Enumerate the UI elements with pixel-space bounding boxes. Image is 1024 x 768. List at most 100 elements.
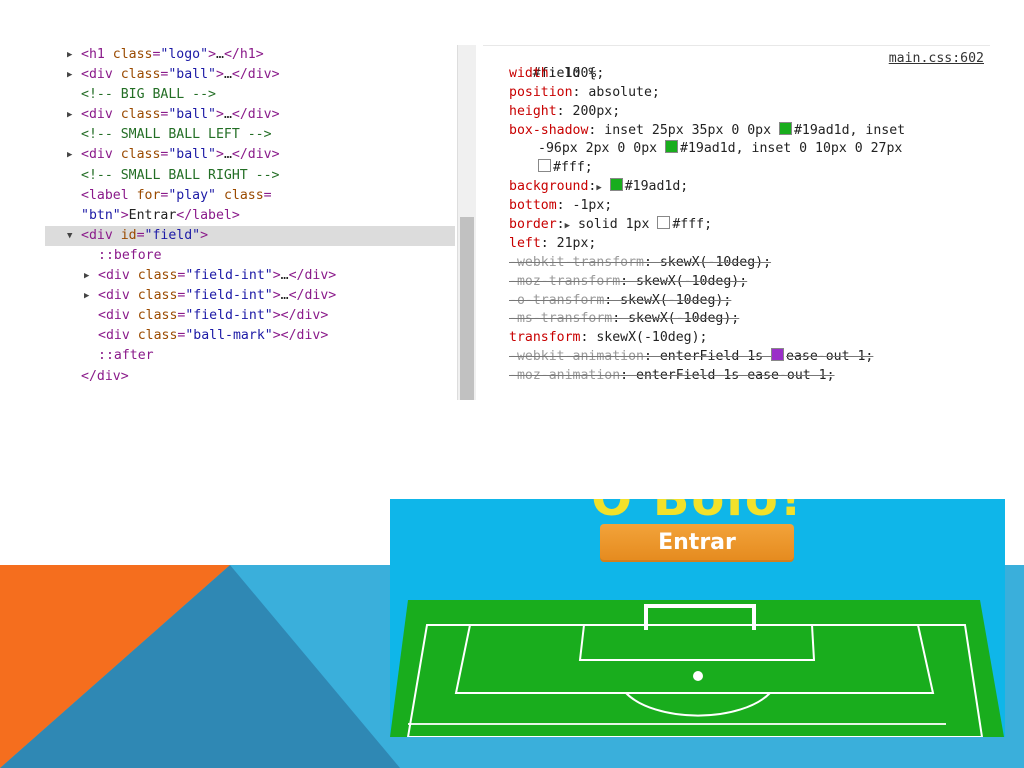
css-declaration[interactable]: -o-transform: skewX(-10deg); bbox=[483, 292, 990, 311]
dom-token: … bbox=[223, 147, 232, 163]
dom-token: ></div> bbox=[272, 328, 329, 344]
dom-node-line[interactable]: <div class="ball-mark"></div> bbox=[45, 326, 455, 346]
dom-token: <div bbox=[81, 227, 121, 243]
dom-token: ></div> bbox=[272, 308, 329, 324]
game-preview: O Bölö! Entrar bbox=[390, 499, 1005, 737]
color-swatch[interactable] bbox=[665, 140, 679, 154]
color-swatch[interactable] bbox=[771, 348, 785, 362]
dom-node-line[interactable]: <!-- BIG BALL --> bbox=[45, 85, 455, 105]
devtools-panel: ▶ <h1 class="logo">…</h1> ▶ <div class="bal… bbox=[45, 45, 990, 400]
css-declaration[interactable]: background:▶ #19ad1d; bbox=[483, 178, 990, 197]
color-swatch[interactable] bbox=[778, 121, 792, 135]
dom-node-line[interactable]: ▶ <h1 class="logo">…</h1> bbox=[45, 45, 455, 65]
dom-node-line[interactable]: ▶ <div class="field-int">…</div> bbox=[45, 286, 455, 306]
css-value: #19ad1d, inset bbox=[793, 122, 906, 138]
dom-node-line[interactable]: ▼ <div id="field"> bbox=[45, 225, 455, 246]
css-value: : 200px; bbox=[556, 103, 621, 119]
css-declaration[interactable]: -webkit-transform: skewX(-10deg); bbox=[483, 254, 990, 273]
dom-token: > bbox=[272, 288, 281, 304]
dom-node-line[interactable]: ▶ <div class="field-int">…</div> bbox=[45, 266, 455, 286]
dom-node-line[interactable]: <div class="field-int"></div> bbox=[45, 306, 455, 326]
dom-token: <!-- SMALL BALL LEFT --> bbox=[81, 127, 272, 143]
dom-token: </div> bbox=[231, 147, 280, 163]
css-value: #fff; bbox=[553, 160, 593, 176]
expand-arrow-icon[interactable]: ▶ bbox=[84, 266, 89, 286]
css-value: : bbox=[556, 217, 565, 233]
dom-token: class bbox=[112, 47, 153, 62]
css-declaration[interactable]: height: 200px; bbox=[483, 103, 990, 122]
dom-token: "field-int" bbox=[185, 288, 273, 304]
color-swatch[interactable] bbox=[657, 216, 671, 230]
dom-node-line[interactable]: ▶ <div class="ball">…</div> bbox=[45, 105, 455, 125]
css-value: : skewX(-10deg); bbox=[612, 311, 740, 327]
dom-token: > bbox=[208, 47, 217, 62]
dom-token: id bbox=[120, 227, 137, 243]
color-swatch[interactable] bbox=[609, 178, 623, 192]
dom-node-line[interactable]: ▶ <div class="ball">…</div> bbox=[45, 145, 455, 165]
css-declaration[interactable]: -webkit-animation: enterField 1s ease-ou… bbox=[483, 348, 990, 367]
dom-node-line[interactable]: <label for="play" class= bbox=[45, 186, 455, 206]
css-value: #19ad1d, inset 0 10px 0 27px bbox=[680, 141, 903, 157]
css-declaration[interactable]: -moz-animation: enterField 1s ease-out 1… bbox=[483, 367, 990, 386]
css-value-continuation[interactable]: #fff; bbox=[483, 159, 990, 178]
css-property: -webkit-animation bbox=[509, 349, 644, 365]
dom-node-line[interactable]: "btn">Entrar</label> bbox=[45, 206, 455, 226]
scrollbar-thumb[interactable] bbox=[460, 217, 474, 400]
dom-token: ::after bbox=[98, 348, 154, 364]
css-property: background bbox=[509, 179, 589, 195]
css-declaration[interactable]: left: 21px; bbox=[483, 235, 990, 254]
css-property: -o-transform bbox=[509, 292, 605, 308]
color-swatch[interactable] bbox=[538, 159, 551, 173]
expand-arrow-icon[interactable]: ▶ bbox=[67, 65, 72, 85]
css-value: : enterField 1s bbox=[643, 349, 772, 365]
css-value-continuation[interactable]: -96px 2px 0 0px #19ad1d, inset 0 10px 0 … bbox=[483, 140, 990, 159]
css-value bbox=[602, 179, 610, 194]
elements-scrollbar[interactable] bbox=[457, 45, 476, 400]
dom-token: class bbox=[120, 107, 161, 123]
css-declaration[interactable]: box-shadow: inset 25px 35px 0 0px #19ad1… bbox=[483, 121, 990, 141]
dom-node-line[interactable]: <!-- SMALL BALL RIGHT --> bbox=[45, 166, 455, 186]
css-declaration[interactable]: transform: skewX(-10deg); bbox=[483, 329, 990, 348]
dom-token: > bbox=[216, 67, 224, 83]
css-declaration[interactable]: bottom: -1px; bbox=[483, 197, 990, 216]
dom-token: … bbox=[223, 67, 232, 83]
dom-token: = bbox=[263, 187, 272, 203]
css-value: : skewX(-10deg); bbox=[643, 254, 772, 270]
expand-arrow-icon[interactable]: ▶ bbox=[67, 105, 72, 125]
dom-token: </h1> bbox=[223, 47, 264, 62]
dom-node-line[interactable]: ▶ <div class="ball">…</div> bbox=[45, 65, 455, 85]
css-property: box-shadow bbox=[509, 122, 589, 138]
dom-token: </div> bbox=[81, 368, 129, 384]
css-value: -96px 2px 0 0px bbox=[538, 141, 666, 157]
dom-token: </div> bbox=[231, 67, 280, 83]
dom-token: <div bbox=[98, 328, 138, 344]
css-value: : skewX(-10deg); bbox=[604, 292, 732, 308]
collapse-arrow-icon[interactable]: ▼ bbox=[67, 226, 72, 246]
dom-token: Entrar bbox=[128, 207, 177, 223]
css-declaration[interactable]: position: absolute; bbox=[483, 84, 990, 103]
css-value: ease-out 1; bbox=[786, 349, 874, 365]
dom-token: </div> bbox=[231, 107, 280, 123]
css-declaration[interactable]: -moz-transform: skewX(-10deg); bbox=[483, 273, 990, 292]
dom-node-line[interactable]: </div> bbox=[45, 367, 455, 387]
css-declaration[interactable]: border:▶ solid 1px #fff; bbox=[483, 216, 990, 235]
dom-token: <div bbox=[81, 147, 121, 163]
dom-node-line[interactable]: ::after bbox=[45, 346, 455, 366]
dom-node-line[interactable]: ::before bbox=[45, 246, 455, 266]
dom-token: … bbox=[280, 288, 289, 304]
css-property: -moz-animation bbox=[509, 368, 621, 384]
css-property: border bbox=[509, 217, 557, 233]
dom-token: > bbox=[216, 147, 224, 163]
dom-token: > bbox=[120, 207, 129, 223]
dom-node-line[interactable]: <!-- SMALL BALL LEFT --> bbox=[45, 125, 455, 145]
css-declaration[interactable]: -ms-transform: skewX(-10deg); bbox=[483, 310, 990, 329]
elements-tree[interactable]: ▶ <h1 class="logo">…</h1> ▶ <div class="bal… bbox=[45, 45, 455, 400]
dom-token: = bbox=[136, 227, 145, 243]
css-value: : enterField 1s ease-out 1; bbox=[620, 368, 835, 384]
expand-arrow-icon[interactable]: ▶ bbox=[67, 45, 72, 65]
expand-arrow-icon[interactable]: ▶ bbox=[84, 286, 89, 306]
dom-token: <div bbox=[98, 288, 138, 304]
expand-arrow-icon[interactable]: ▶ bbox=[67, 145, 72, 165]
dom-token: for bbox=[136, 187, 161, 203]
css-declaration[interactable]: width: 100%; bbox=[483, 65, 990, 84]
